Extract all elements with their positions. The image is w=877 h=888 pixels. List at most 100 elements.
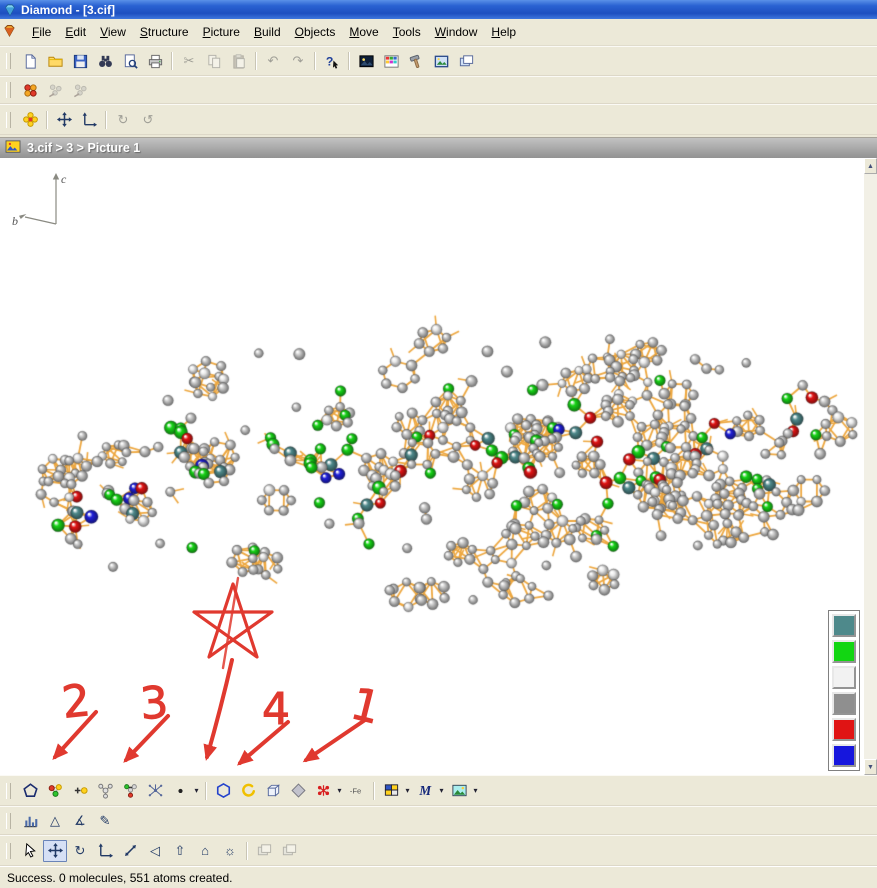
toolbar-grip[interactable] xyxy=(6,842,11,859)
app-icon[interactable] xyxy=(3,3,17,17)
toolbar-grip[interactable] xyxy=(6,812,11,829)
shift-tool-button[interactable]: ⇧ xyxy=(168,840,192,862)
scroll-down-button[interactable]: ▼ xyxy=(864,759,877,775)
menu-build[interactable]: Build xyxy=(247,22,288,42)
print-preview-button[interactable] xyxy=(118,50,142,72)
legend-swatch-red xyxy=(832,718,856,741)
home-view-button[interactable]: ⌂ xyxy=(193,840,217,862)
zoom-tool-button[interactable] xyxy=(118,840,142,862)
broken-ring-button[interactable] xyxy=(236,780,260,802)
menu-help[interactable]: Help xyxy=(484,22,523,42)
atom-color-legend xyxy=(828,610,860,771)
picture-style-button-dropdown[interactable]: ▾ xyxy=(471,786,480,795)
picture-frame-button[interactable] xyxy=(429,50,453,72)
menu-file[interactable]: File xyxy=(25,22,58,42)
tilt-tool-button[interactable]: ◁ xyxy=(143,840,167,862)
undo-button: ↶ xyxy=(267,53,279,68)
axes-move-button[interactable] xyxy=(77,109,101,131)
menu-picture[interactable]: Picture xyxy=(196,22,247,42)
rotate-tool-button[interactable]: ↻ xyxy=(68,840,92,862)
status-text: Success. 0 molecules, 551 atoms created. xyxy=(7,870,233,885)
toolbar-grip[interactable] xyxy=(6,782,11,799)
picture-toolbar: ▾ ▾ -Fe ▾ M ▾ ▾ xyxy=(0,775,877,806)
complete-molecule-button xyxy=(68,79,92,101)
menu-objects[interactable]: Objects xyxy=(288,22,343,42)
orientation-prev-button xyxy=(252,840,276,862)
legend-swatch-gray xyxy=(832,692,856,715)
element-filter-button[interactable]: -Fe xyxy=(345,780,369,802)
periodic-table-button[interactable] xyxy=(379,50,403,72)
open-button[interactable] xyxy=(43,50,67,72)
menu-tools[interactable]: Tools xyxy=(386,22,428,42)
toolbar-separator xyxy=(348,52,350,70)
print-button[interactable] xyxy=(143,50,167,72)
coordination-spheres-button[interactable] xyxy=(143,780,167,802)
scroll-track[interactable] xyxy=(864,174,877,759)
create-structure-button[interactable] xyxy=(18,79,42,101)
scroll-up-button[interactable]: ▲ xyxy=(864,158,877,174)
menu-view[interactable]: View xyxy=(93,22,133,42)
picture-icon xyxy=(5,139,21,157)
track-view-button[interactable]: ☼ xyxy=(218,840,242,862)
menu-window[interactable]: Window xyxy=(428,22,485,42)
select-tool-button[interactable] xyxy=(18,840,42,862)
table-view-button[interactable] xyxy=(379,780,403,802)
toolbar-grip[interactable] xyxy=(6,53,11,69)
toolbar-separator xyxy=(105,110,107,129)
copy-button xyxy=(202,50,226,72)
translate-tool-button[interactable] xyxy=(93,840,117,862)
toolbar-grip[interactable] xyxy=(6,82,11,98)
atom-design-button-dropdown[interactable]: ▾ xyxy=(192,786,201,795)
save-button[interactable] xyxy=(68,50,92,72)
label-style-button-dropdown[interactable]: ▾ xyxy=(437,786,446,795)
label-style-button[interactable]: M xyxy=(413,780,437,802)
new-file-button[interactable] xyxy=(18,50,42,72)
pan-view-button[interactable] xyxy=(52,109,76,131)
unit-cell-button[interactable] xyxy=(261,780,285,802)
destroy-adjust-button[interactable] xyxy=(311,780,335,802)
build-ring-button[interactable] xyxy=(211,780,235,802)
structure-toolbar xyxy=(0,76,877,104)
paste-button xyxy=(227,50,251,72)
status-bar: Success. 0 molecules, 551 atoms created. xyxy=(0,866,877,888)
atom-design-button[interactable] xyxy=(168,780,192,802)
get-molecules-button[interactable] xyxy=(43,780,67,802)
toolbar-grip[interactable] xyxy=(6,111,11,128)
move-toolbar: ↻ ↺ xyxy=(0,104,877,135)
destroy-adjust-button-dropdown[interactable]: ▾ xyxy=(335,786,344,795)
fill-cell-button[interactable] xyxy=(118,780,142,802)
toolbar-separator xyxy=(255,52,257,70)
packing-flower-button[interactable] xyxy=(18,109,42,131)
structure-view[interactable]: c b ▲ ▼ xyxy=(0,158,877,775)
table-view-button-dropdown[interactable]: ▾ xyxy=(403,786,412,795)
distance-button[interactable]: △ xyxy=(43,810,67,832)
document-caption-bar: 3.cif > 3 > Picture 1 xyxy=(0,137,877,158)
picture-style-button[interactable] xyxy=(447,780,471,802)
legend-swatch-white xyxy=(832,666,856,689)
angle-button[interactable]: ∡ xyxy=(68,810,92,832)
legend-swatch-green xyxy=(832,640,856,663)
orientation-axes: c b xyxy=(12,172,67,228)
add-atoms-button[interactable] xyxy=(68,780,92,802)
powder-pattern-button[interactable] xyxy=(18,810,42,832)
redo-button: ↷ xyxy=(292,53,304,68)
context-help-button[interactable]: ? xyxy=(320,50,344,72)
gallery-button[interactable] xyxy=(454,50,478,72)
find-button[interactable] xyxy=(93,50,117,72)
vertical-scrollbar[interactable]: ▲ ▼ xyxy=(864,158,877,775)
axis-label-b: b xyxy=(12,214,18,228)
polygon-tool-button[interactable] xyxy=(18,780,42,802)
menu-move[interactable]: Move xyxy=(342,22,385,42)
complete-fragments-button[interactable] xyxy=(93,780,117,802)
polyhedra-button[interactable] xyxy=(286,780,310,802)
molecule-canvas[interactable] xyxy=(0,158,864,775)
menu-structure[interactable]: Structure xyxy=(133,22,196,42)
menu-edit[interactable]: Edit xyxy=(58,22,93,42)
render-scene-button[interactable] xyxy=(354,50,378,72)
svg-text:M: M xyxy=(418,783,432,798)
document-icon[interactable] xyxy=(3,24,19,40)
move-tool-button[interactable] xyxy=(43,839,67,862)
sketch-button[interactable]: ✎ xyxy=(93,810,117,832)
axis-label-c: c xyxy=(61,172,67,186)
tools-button[interactable] xyxy=(404,50,428,72)
